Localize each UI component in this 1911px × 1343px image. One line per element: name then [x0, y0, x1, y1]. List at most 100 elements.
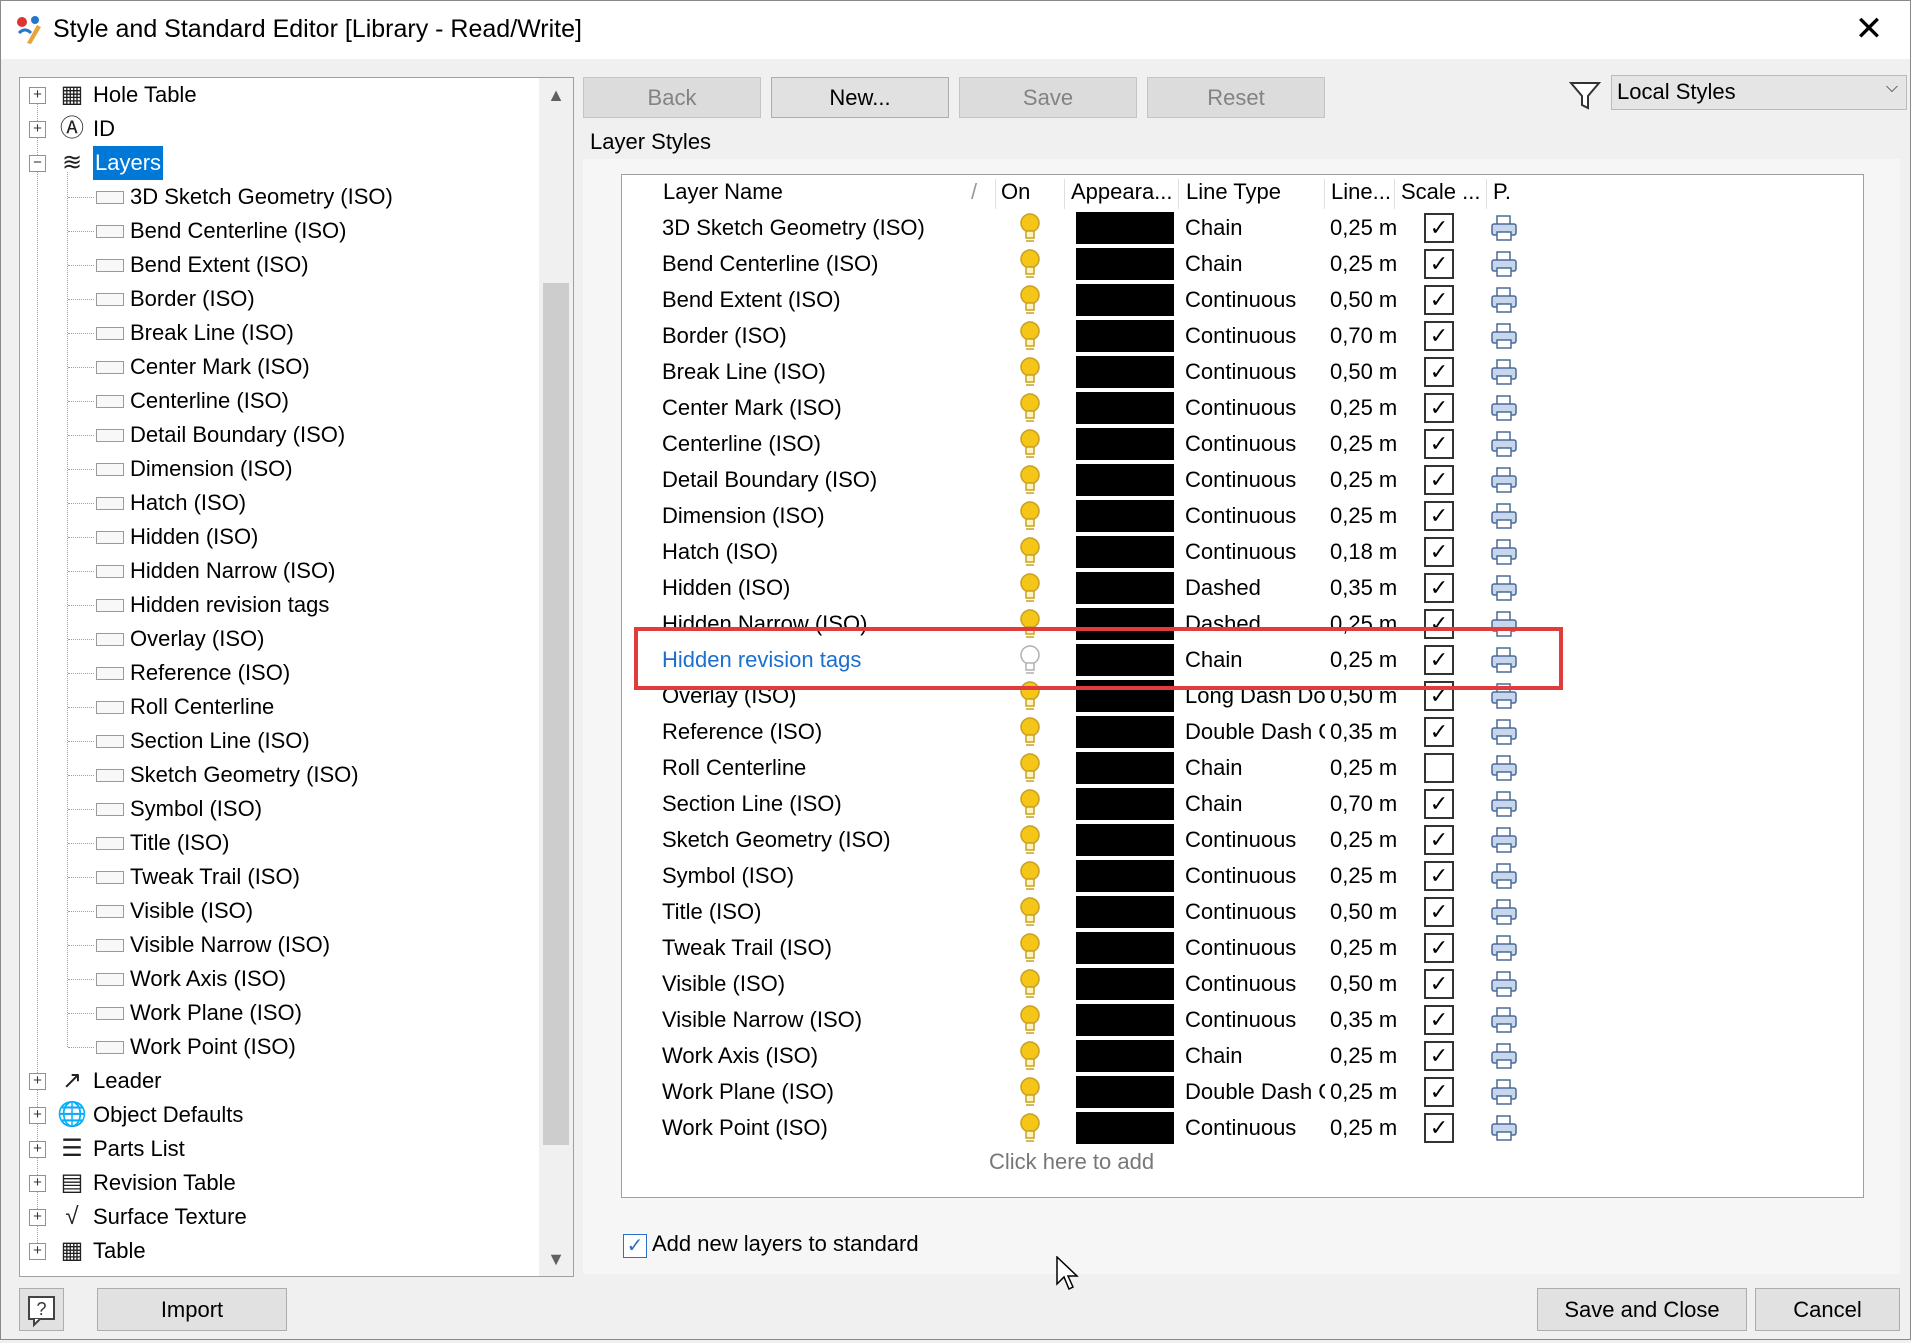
lightbulb-on-icon[interactable] [1015, 787, 1045, 821]
layer-name-cell[interactable]: Center Mark (ISO) [662, 391, 932, 425]
color-swatch[interactable] [1076, 788, 1174, 820]
lightbulb-on-icon[interactable] [1015, 859, 1045, 893]
scale-checkbox[interactable]: ✓ [1424, 573, 1454, 603]
new-button[interactable]: New... [771, 77, 949, 118]
scale-checkbox[interactable]: ✓ [1424, 825, 1454, 855]
layer-name-cell[interactable]: Symbol (ISO) [662, 859, 932, 893]
color-swatch[interactable] [1076, 320, 1174, 352]
scale-checkbox[interactable]: ✓ [1424, 393, 1454, 423]
color-swatch[interactable] [1076, 356, 1174, 388]
scale-checkbox[interactable]: ✓ [1424, 357, 1454, 387]
tree-item-layer[interactable]: Bend Extent (ISO) [20, 248, 535, 282]
layer-name-cell[interactable]: Bend Centerline (ISO) [662, 247, 932, 281]
expand-toggle-icon[interactable]: + [29, 1243, 46, 1260]
color-swatch[interactable] [1076, 284, 1174, 316]
lightbulb-on-icon[interactable] [1015, 1111, 1045, 1145]
tree-item-layer[interactable]: Roll Centerline [20, 690, 535, 724]
line-type-cell[interactable]: Double Dash C [1185, 1075, 1325, 1109]
scale-checkbox[interactable]: ✓ [1424, 213, 1454, 243]
line-type-cell[interactable]: Continuous [1185, 283, 1325, 317]
printer-icon[interactable] [1489, 214, 1519, 242]
line-type-cell[interactable]: Continuous [1185, 967, 1325, 1001]
printer-icon[interactable] [1489, 286, 1519, 314]
line-type-cell[interactable]: Continuous [1185, 463, 1325, 497]
scale-checkbox[interactable]: ✓ [1424, 465, 1454, 495]
expand-toggle-icon[interactable]: + [29, 1175, 46, 1192]
printer-icon[interactable] [1489, 970, 1519, 998]
scale-checkbox[interactable]: ✓ [1424, 285, 1454, 315]
line-type-cell[interactable]: Continuous [1185, 1003, 1325, 1037]
line-type-cell[interactable]: Continuous [1185, 319, 1325, 353]
save-and-close-button[interactable]: Save and Close [1537, 1288, 1747, 1331]
tree-item-layer[interactable]: Work Plane (ISO) [20, 996, 535, 1030]
scale-checkbox[interactable]: ✓ [1424, 429, 1454, 459]
click-to-add-row[interactable]: Click here to add [989, 1149, 1154, 1175]
scroll-down-icon[interactable]: ▼ [539, 1242, 573, 1276]
tree-item-layer[interactable]: Dimension (ISO) [20, 452, 535, 486]
add-to-standard-checkbox[interactable]: ✓ [623, 1234, 647, 1258]
close-icon[interactable]: ✕ [1846, 7, 1892, 53]
tree-item-layer[interactable]: Hidden Narrow (ISO) [20, 554, 535, 588]
line-weight-cell[interactable]: 0,25 m [1330, 931, 1402, 965]
scale-checkbox[interactable]: ✓ [1424, 1041, 1454, 1071]
line-weight-cell[interactable]: 0,25 m [1330, 859, 1402, 893]
tree-item-parts-list[interactable]: + ☰ Parts List [20, 1132, 535, 1166]
lightbulb-on-icon[interactable] [1015, 427, 1045, 461]
header-line-type[interactable]: Line Type [1186, 179, 1281, 209]
lightbulb-on-icon[interactable] [1015, 1039, 1045, 1073]
layer-row[interactable]: Hidden (ISO) Dashed 0,35 m ✓ [622, 570, 1861, 606]
expand-toggle-icon[interactable]: + [29, 87, 46, 104]
scale-checkbox[interactable]: ✓ [1424, 1113, 1454, 1143]
printer-icon[interactable] [1489, 718, 1519, 746]
layer-name-cell[interactable]: Hidden (ISO) [662, 571, 932, 605]
color-swatch[interactable] [1076, 212, 1174, 244]
cancel-button[interactable]: Cancel [1755, 1288, 1900, 1331]
line-weight-cell[interactable]: 0,25 m [1330, 427, 1402, 461]
tree-item-layer[interactable]: Bend Centerline (ISO) [20, 214, 535, 248]
line-weight-cell[interactable]: 0,25 m [1330, 751, 1402, 785]
line-type-cell[interactable]: Continuous [1185, 931, 1325, 965]
line-weight-cell[interactable]: 0,18 m [1330, 535, 1402, 569]
line-weight-cell[interactable]: 0,25 m [1330, 823, 1402, 857]
line-type-cell[interactable]: Double Dash C [1185, 715, 1325, 749]
expand-toggle-icon[interactable]: + [29, 1209, 46, 1226]
line-type-cell[interactable]: Chain [1185, 247, 1325, 281]
line-weight-cell[interactable]: 0,25 m [1330, 247, 1402, 281]
scale-checkbox[interactable]: ✓ [1424, 249, 1454, 279]
lightbulb-on-icon[interactable] [1015, 355, 1045, 389]
layer-name-cell[interactable]: Sketch Geometry (ISO) [662, 823, 932, 857]
layer-row[interactable]: Bend Extent (ISO) Continuous 0,50 m ✓ [622, 282, 1861, 318]
tree-item-layer[interactable]: Work Axis (ISO) [20, 962, 535, 996]
scale-checkbox[interactable]: ✓ [1424, 1005, 1454, 1035]
color-swatch[interactable] [1076, 1004, 1174, 1036]
line-weight-cell[interactable]: 0,25 m [1330, 463, 1402, 497]
layer-name-cell[interactable]: Roll Centerline [662, 751, 932, 785]
line-weight-cell[interactable]: 0,35 m [1330, 1003, 1402, 1037]
layer-row[interactable]: Dimension (ISO) Continuous 0,25 m ✓ [622, 498, 1861, 534]
tree-item-layer[interactable]: Work Point (ISO) [20, 1030, 535, 1064]
tree-item-table[interactable]: + ▦ Table [20, 1234, 535, 1268]
tree-item-layer[interactable]: Section Line (ISO) [20, 724, 535, 758]
tree-item-layer[interactable]: Overlay (ISO) [20, 622, 535, 656]
layer-name-cell[interactable]: Centerline (ISO) [662, 427, 932, 461]
line-type-cell[interactable]: Chain [1185, 1039, 1325, 1073]
back-button[interactable]: Back [583, 77, 761, 118]
tree-item-layer[interactable]: Visible Narrow (ISO) [20, 928, 535, 962]
layer-name-cell[interactable]: Work Axis (ISO) [662, 1039, 932, 1073]
tree-item-surface-texture[interactable]: + √ Surface Texture [20, 1200, 535, 1234]
layer-name-cell[interactable]: Border (ISO) [662, 319, 932, 353]
line-type-cell[interactable]: Chain [1185, 787, 1325, 821]
reset-button[interactable]: Reset [1147, 77, 1325, 118]
layer-name-cell[interactable]: Section Line (ISO) [662, 787, 932, 821]
layer-row[interactable]: Hatch (ISO) Continuous 0,18 m ✓ [622, 534, 1861, 570]
expand-toggle-icon[interactable]: + [29, 1107, 46, 1124]
layer-name-cell[interactable]: Dimension (ISO) [662, 499, 932, 533]
printer-icon[interactable] [1489, 754, 1519, 782]
color-swatch[interactable] [1076, 572, 1174, 604]
lightbulb-on-icon[interactable] [1015, 823, 1045, 857]
layer-row[interactable]: Work Point (ISO) Continuous 0,25 m ✓ [622, 1110, 1861, 1146]
scale-checkbox[interactable]: ✓ [1424, 501, 1454, 531]
line-type-cell[interactable]: Continuous [1185, 391, 1325, 425]
scale-checkbox[interactable]: ✓ [1424, 717, 1454, 747]
help-button[interactable]: ? [19, 1288, 64, 1331]
